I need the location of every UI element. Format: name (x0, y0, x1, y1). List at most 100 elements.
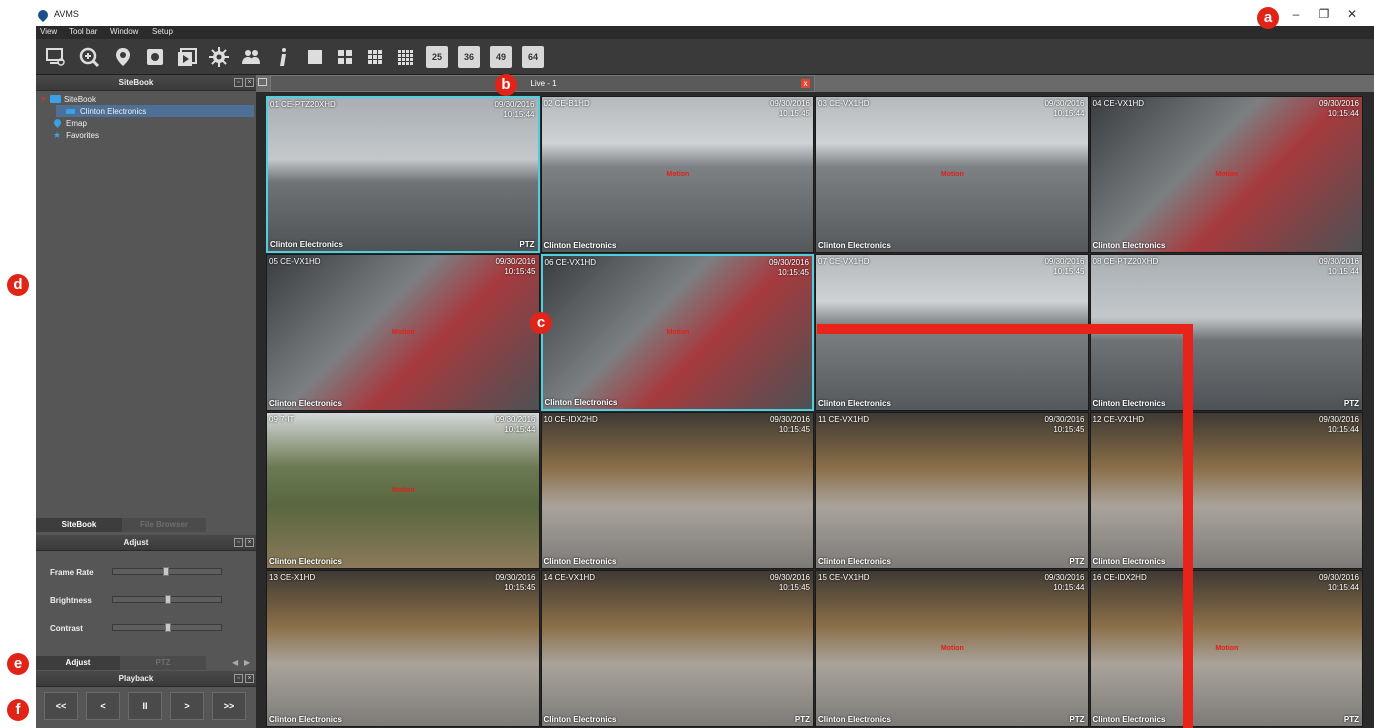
camera-tile[interactable]: 09 7-IT 09/30/2016 10:15:44 Clinton Electro… (266, 412, 540, 569)
camera-name: 02 CE-B1HD (543, 99, 590, 108)
camera-timestamp: 09/30/2016 10:15:44 (494, 100, 534, 120)
live-tab-bar: Live - 1 x (256, 75, 1374, 92)
camera-date: 09/30/2016 (1044, 99, 1085, 108)
layout-49-button[interactable]: 49 (488, 44, 514, 70)
camera-tile[interactable]: 15 CE-VX1HD 09/30/2016 10:15:44 Clinton Ele… (815, 570, 1089, 727)
camera-tile[interactable]: 03 CE-VX1HD 09/30/2016 10:15:44 Clinton Ele… (815, 96, 1089, 253)
camera-tile[interactable]: 10 CE-IDX2HD 09/30/2016 10:15:45 Clinton El… (540, 412, 814, 569)
tab-scroll-right-icon[interactable]: ▶ (244, 658, 250, 667)
playback-controls: << < II > >> (36, 688, 256, 728)
map-pin-icon[interactable] (110, 44, 136, 70)
menu-view[interactable]: View (40, 27, 57, 36)
pause-button[interactable]: II (128, 692, 162, 720)
layout-16-icon[interactable] (392, 44, 418, 70)
layout-25-button[interactable]: 25 (424, 44, 450, 70)
camera-timestamp: 09/30/2016 10:15:45 (770, 573, 810, 593)
settings-icon[interactable] (206, 44, 232, 70)
camera-name: 11 CE-VX1HD (818, 415, 869, 424)
tab-ptz[interactable]: PTZ (120, 656, 206, 670)
menu-setup[interactable]: Setup (152, 27, 173, 36)
record-icon[interactable] (142, 44, 168, 70)
tree-item-label: Favorites (66, 130, 99, 140)
camera-tile[interactable]: 02 CE-B1HD 09/30/2016 10:15:45 Clinton Elec… (540, 96, 814, 253)
camera-time: 10:15:45 (778, 109, 810, 118)
camera-name: 07 CE-VX1HD (818, 257, 870, 266)
layout-4-icon[interactable] (332, 44, 358, 70)
frame-rate-label: Frame Rate (50, 568, 94, 577)
camera-time: 10:15:45 (1053, 425, 1085, 434)
camera-tile[interactable]: 16 CE-IDX2HD 09/30/2016 10:15:44 Clinton El… (1089, 570, 1363, 727)
adjust-float-icon[interactable]: ▫ (234, 538, 243, 547)
restore-button[interactable]: ❐ (1314, 6, 1334, 22)
camera-tile[interactable]: 12 CE-VX1HD 09/30/2016 10:15:44 Clinton Ele… (1089, 412, 1363, 569)
camera-site-label: Clinton Electronics (544, 398, 618, 407)
motion-indicator: Motion (940, 171, 964, 179)
tab-live-1[interactable]: Live - 1 x (270, 75, 815, 92)
tree-item-clinton-electronics[interactable]: Clinton Electronics (56, 105, 254, 117)
adjust-close-icon[interactable]: × (245, 538, 254, 547)
brightness-slider[interactable] (112, 595, 222, 604)
tree-item-favorites[interactable]: ★ Favorites (53, 129, 253, 141)
playback-float-icon[interactable]: ▫ (234, 674, 243, 683)
camera-tile[interactable]: 11 CE-VX1HD 09/30/2016 10:15:45 Clinton Ele… (815, 412, 1089, 569)
step-forward-button[interactable]: > (170, 692, 204, 720)
folder-icon (49, 95, 61, 103)
camera-name: 06 CE-VX1HD (544, 258, 597, 267)
camera-name: 15 CE-VX1HD (818, 573, 870, 582)
sitebook-tabs: SiteBook File Browser (36, 518, 256, 532)
camera-tile[interactable]: 14 CE-VX1HD 09/30/2016 10:15:45 Clinton Ele… (540, 570, 814, 727)
menu-toolbar[interactable]: Tool bar (69, 27, 97, 36)
camera-timestamp: 09/30/2016 10:15:45 (770, 99, 810, 119)
tab-scroll-left-icon[interactable]: ◀ (232, 658, 238, 667)
layout-9-icon[interactable] (362, 44, 388, 70)
close-button[interactable]: ✕ (1342, 6, 1362, 22)
step-back-button[interactable]: < (86, 692, 120, 720)
camera-site-label: Clinton Electronics (269, 715, 342, 724)
contrast-slider-thumb[interactable] (165, 623, 171, 632)
playback-icon[interactable] (174, 44, 200, 70)
camera-site-label: Clinton Electronics (818, 715, 891, 724)
camera-time: 10:15:44 (503, 110, 535, 119)
tree-item-emap[interactable]: Emap (54, 117, 254, 129)
camera-date: 09/30/2016 (495, 257, 536, 266)
camera-tile[interactable]: 04 CE-VX1HD 09/30/2016 10:15:44 Clinton Ele… (1089, 96, 1363, 253)
camera-name: 01 CE-PTZ20XHD (270, 100, 336, 109)
camera-tile[interactable]: 13 CE-X1HD 09/30/2016 10:15:45 Clinton Elec… (266, 570, 540, 727)
camera-grid: 01 CE-PTZ20XHD 09/30/2016 10:15:44 Clinton … (266, 96, 1364, 728)
search-icon[interactable] (76, 44, 102, 70)
tab-sitebook[interactable]: SiteBook (36, 518, 122, 532)
camera-tile[interactable]: 01 CE-PTZ20XHD 09/30/2016 10:15:44 Clinton … (266, 96, 540, 253)
frame-rate-slider-thumb[interactable] (163, 567, 169, 576)
annotation-badge-a: a (1257, 7, 1279, 29)
menu-window[interactable]: Window (110, 27, 138, 36)
playback-close-icon[interactable]: × (245, 674, 254, 683)
minimize-button[interactable]: – (1286, 6, 1306, 22)
camera-date: 09/30/2016 (1318, 99, 1359, 108)
tab-adjust[interactable]: Adjust (36, 656, 120, 670)
rewind-button[interactable]: << (44, 692, 78, 720)
layout-36-button[interactable]: 36 (456, 44, 482, 70)
device-list-icon[interactable] (42, 44, 68, 70)
tree-item-sitebook[interactable]: ▼ SiteBook (40, 93, 254, 105)
info-icon[interactable] (270, 44, 296, 70)
camera-tile[interactable]: 06 CE-VX1HD 09/30/2016 10:15:45 Clinton Ele… (540, 254, 814, 411)
brightness-slider-thumb[interactable] (165, 595, 171, 604)
annotation-badge-c: c (530, 312, 552, 334)
camera-name: 12 CE-VX1HD (1092, 415, 1145, 424)
tab-file-browser[interactable]: File Browser (122, 518, 206, 532)
layout-64-button[interactable]: 64 (520, 44, 546, 70)
live-tab-close-icon[interactable]: x (801, 79, 810, 88)
users-icon[interactable] (238, 44, 264, 70)
camera-ptz-label: PTZ (1343, 399, 1359, 408)
tree-collapse-icon[interactable]: ▼ (40, 96, 47, 103)
fast-forward-button[interactable]: >> (212, 692, 246, 720)
frame-rate-slider[interactable] (112, 567, 222, 576)
app-title: AVMS (54, 9, 79, 19)
annotation-badge-f: f (7, 699, 29, 721)
contrast-slider[interactable] (112, 623, 222, 632)
sitebook-close-icon[interactable]: × (245, 78, 254, 87)
layout-1-icon[interactable] (302, 44, 328, 70)
layout-64-label: 64 (522, 46, 544, 68)
camera-tile[interactable]: 05 CE-VX1HD 09/30/2016 10:15:45 Clinton Ele… (266, 254, 540, 411)
sitebook-float-icon[interactable]: ▫ (234, 78, 243, 87)
